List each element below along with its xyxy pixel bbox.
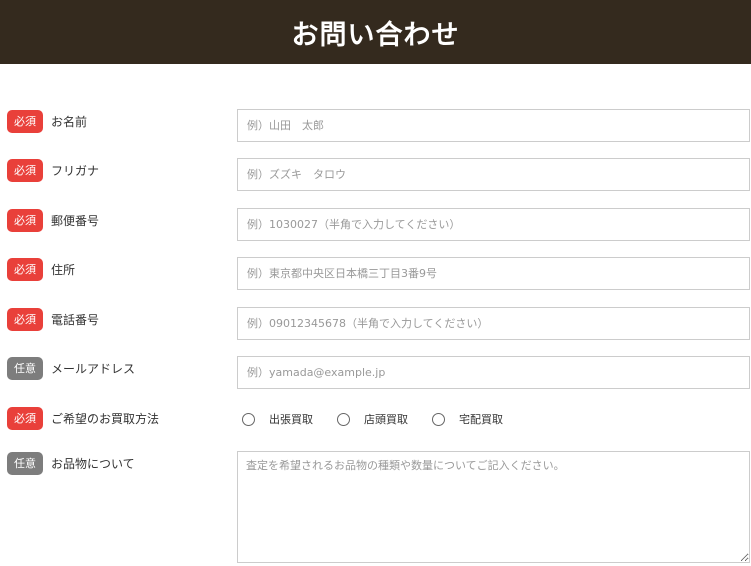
required-badge: 必須 bbox=[7, 257, 43, 281]
label-group: 任意 お品物について bbox=[7, 451, 135, 475]
label-group: 必須 フリガナ bbox=[7, 158, 99, 182]
label-group: 必須 住所 bbox=[7, 257, 75, 281]
required-badge: 必須 bbox=[7, 406, 43, 430]
required-badge: 必須 bbox=[7, 158, 43, 182]
required-badge: 必須 bbox=[7, 307, 43, 331]
field-label: 電話番号 bbox=[51, 312, 100, 327]
page-title: お問い合わせ bbox=[291, 19, 460, 51]
phone-input[interactable] bbox=[237, 307, 750, 340]
radio-button[interactable] bbox=[337, 412, 350, 426]
radio-button[interactable] bbox=[242, 412, 255, 426]
optional-badge: 任意 bbox=[7, 356, 43, 380]
radio-label: 出張買取 bbox=[269, 413, 313, 426]
label-group: 必須 電話番号 bbox=[7, 307, 99, 331]
field-label: お名前 bbox=[51, 114, 88, 129]
label-group: 必須 ご希望のお買取方法 bbox=[7, 406, 159, 430]
field-label: 郵便番号 bbox=[51, 213, 100, 228]
radio-option-store[interactable]: 店頭買取 bbox=[337, 411, 408, 427]
required-badge: 必須 bbox=[7, 208, 43, 232]
field-label: お品物について bbox=[51, 456, 135, 471]
furigana-input[interactable] bbox=[237, 158, 750, 191]
required-badge: 必須 bbox=[7, 109, 43, 133]
email-input[interactable] bbox=[237, 356, 750, 389]
postal-code-input[interactable] bbox=[237, 208, 750, 241]
purchase-method-radio-group: 出張買取 店頭買取 宅配買取 bbox=[242, 407, 527, 431]
field-label: フリガナ bbox=[51, 163, 100, 178]
address-input[interactable] bbox=[237, 257, 750, 290]
items-textarea[interactable] bbox=[237, 451, 750, 563]
label-group: 必須 お名前 bbox=[7, 109, 87, 133]
optional-badge: 任意 bbox=[7, 451, 43, 475]
field-label: ご希望のお買取方法 bbox=[51, 411, 160, 426]
label-group: 任意 メールアドレス bbox=[7, 356, 135, 380]
field-label: メールアドレス bbox=[51, 361, 136, 376]
radio-label: 店頭買取 bbox=[364, 413, 408, 426]
label-group: 必須 郵便番号 bbox=[7, 208, 99, 232]
radio-label: 宅配買取 bbox=[459, 413, 503, 426]
field-label: 住所 bbox=[51, 262, 76, 277]
radio-button[interactable] bbox=[432, 412, 445, 426]
radio-option-visit[interactable]: 出張買取 bbox=[242, 411, 313, 427]
name-input[interactable] bbox=[237, 109, 750, 142]
page-header: お問い合わせ bbox=[0, 0, 751, 64]
radio-option-delivery[interactable]: 宅配買取 bbox=[432, 411, 503, 427]
